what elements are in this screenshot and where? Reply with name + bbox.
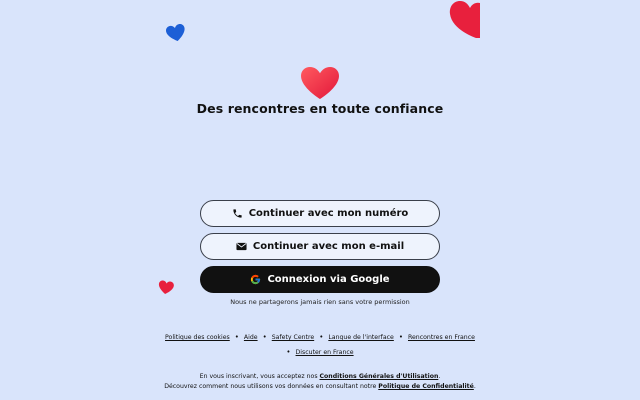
separator-dot: • xyxy=(286,348,291,356)
separator-dot: • xyxy=(319,333,324,341)
envelope-icon xyxy=(236,241,247,252)
footer-link-chat-france[interactable]: Discuter en France xyxy=(296,345,354,360)
legal-line-privacy: Découvrez comment nous utilisons vos don… xyxy=(0,382,640,392)
legal-privacy-prefix: Découvrez comment nous utilisons vos don… xyxy=(164,383,379,390)
phone-icon xyxy=(232,208,243,219)
continue-with-email-button[interactable]: Continuer avec mon e-mail xyxy=(200,233,440,260)
separator-dot: • xyxy=(262,333,267,341)
footer-link-dating-france[interactable]: Rencontres en France xyxy=(408,330,475,345)
separator-dot: • xyxy=(398,333,403,341)
footer-link-safety-centre[interactable]: Safety Centre xyxy=(272,330,314,345)
footer-link-help[interactable]: Aide xyxy=(244,330,258,345)
google-sign-in-label: Connexion via Google xyxy=(267,274,390,285)
small-red-heart-icon xyxy=(158,280,174,295)
google-icon xyxy=(250,274,261,285)
signup-screen: Des rencontres en toute confiance Contin… xyxy=(0,0,640,400)
separator-dot: • xyxy=(234,333,239,341)
legal-terms-prefix: En vous inscrivant, vous acceptez nos xyxy=(199,373,320,380)
google-sign-in-button[interactable]: Connexion via Google xyxy=(200,266,440,293)
privacy-policy-link[interactable]: Politique de Confidentialité xyxy=(378,383,474,390)
blue-heart-icon xyxy=(166,24,186,42)
red-heart-icon xyxy=(446,0,480,40)
legal-line-terms: En vous inscrivant, vous acceptez nos Co… xyxy=(0,372,640,382)
legal-privacy-suffix: . xyxy=(473,383,476,390)
footer-link-cookies[interactable]: Politique des cookies xyxy=(165,330,230,345)
legal-terms-suffix: . xyxy=(438,373,441,380)
page-title: Des rencontres en toute confiance xyxy=(196,101,444,116)
continue-with-phone-button[interactable]: Continuer avec mon numéro xyxy=(200,200,440,227)
legal-notice: En vous inscrivant, vous acceptez nos Co… xyxy=(0,372,640,392)
continue-with-email-label: Continuer avec mon e-mail xyxy=(252,241,405,252)
privacy-note: Nous ne partagerons jamais rien sans vot… xyxy=(230,298,410,306)
app-logo-heart-icon xyxy=(300,66,340,100)
footer-links: Politique des cookies • Aide • Safety Ce… xyxy=(0,330,640,360)
continue-with-phone-label: Continuer avec mon numéro xyxy=(248,208,409,219)
footer-link-language[interactable]: Langue de l'interface xyxy=(328,330,394,345)
terms-link[interactable]: Conditions Générales d'Utilisation xyxy=(320,373,439,380)
